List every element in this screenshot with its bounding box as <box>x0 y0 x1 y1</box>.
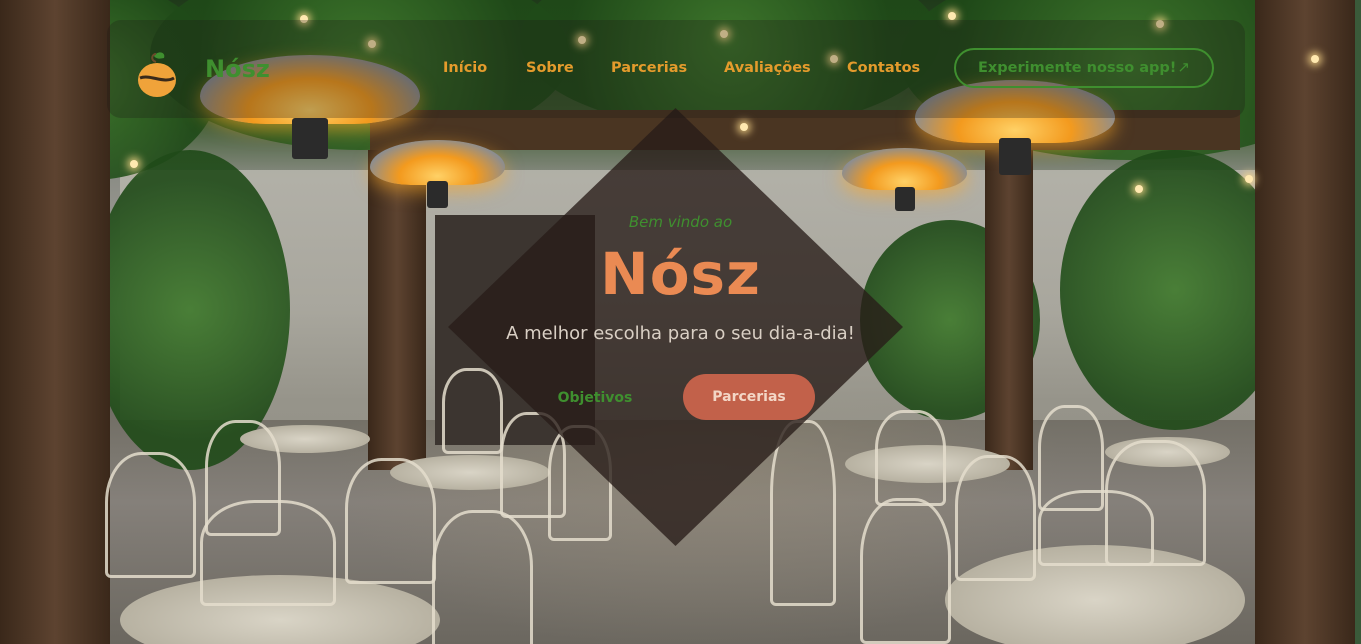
arrow-up-right-icon: ↗ <box>1177 58 1190 76</box>
wooden-post <box>985 150 1033 470</box>
wooden-post <box>1255 0 1355 644</box>
nav-avaliacoes[interactable]: Avaliações <box>724 60 811 76</box>
iron-chair <box>1038 490 1154 566</box>
hero-title: Nósz <box>600 240 761 308</box>
parcerias-button[interactable]: Parcerias <box>683 374 815 420</box>
try-app-label: Experimente nosso app! <box>978 60 1177 76</box>
hero-welcome-text: Bem vindo ao <box>628 213 733 231</box>
wooden-post <box>0 0 110 644</box>
iron-chair <box>200 500 336 606</box>
try-app-button[interactable]: Experimente nosso app! ↗ <box>954 48 1214 88</box>
objetivos-button[interactable]: Objetivos <box>545 390 645 406</box>
iron-chair <box>345 458 436 584</box>
coffee-bean-logo-icon[interactable] <box>136 50 178 98</box>
hero-subtitle: A melhor escolha para o seu dia-a-dia! <box>506 323 855 344</box>
nav-parcerias[interactable]: Parcerias <box>611 60 687 76</box>
nav-inicio[interactable]: Início <box>443 60 487 76</box>
nav-sobre[interactable]: Sobre <box>526 60 574 76</box>
page-scrollbar[interactable] <box>1355 0 1361 644</box>
brand-name[interactable]: Nósz <box>205 55 270 83</box>
iron-chair <box>955 455 1036 581</box>
iron-chair <box>105 452 196 578</box>
nav-contatos[interactable]: Contatos <box>847 60 920 76</box>
